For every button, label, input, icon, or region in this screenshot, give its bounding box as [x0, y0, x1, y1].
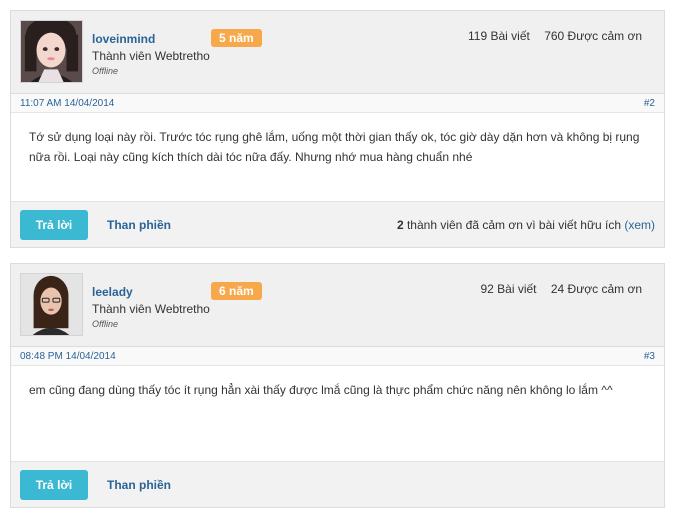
reply-button[interactable]: Trả lời — [20, 210, 88, 240]
thanks-count: 24 Được cảm ơn — [550, 282, 642, 296]
username-link[interactable]: loveinmind — [92, 32, 155, 46]
view-thanks-link[interactable]: (xem) — [624, 218, 655, 232]
reply-button[interactable]: Trả lời — [20, 470, 88, 500]
online-status: Offline — [92, 66, 119, 76]
post-number-link[interactable]: #2 — [644, 98, 655, 109]
post-2: loveinmind 5 năm Thành viên Webtretho Of… — [10, 10, 665, 248]
post-header: leelady 6 năm Thành viên Webtretho Offli… — [11, 264, 664, 346]
posts-count: 119 Bài viết — [468, 29, 530, 43]
report-button[interactable]: Than phiền — [107, 218, 171, 232]
post-footer: Trả lời Than phiền 2 thành viên đã cảm ơ… — [11, 201, 664, 247]
thanks-text: thành viên đã cảm ơn vì bài viết hữu ích — [403, 218, 625, 232]
avatar-image — [21, 274, 82, 335]
post-meta: 11:07 AM 14/04/2014 #2 — [11, 93, 664, 113]
user-stats: 119 Bài viết 760 Được cảm ơn — [457, 29, 642, 43]
post-footer: Trả lời Than phiền — [11, 461, 664, 507]
post-date: 11:07 AM 14/04/2014 — [20, 98, 115, 109]
avatar[interactable] — [20, 273, 83, 336]
post-meta: 08:48 PM 14/04/2014 #3 — [11, 346, 664, 366]
avatar-image — [21, 21, 82, 82]
post-content: Tớ sử dụng loại này rồi. Trước tóc rụng … — [29, 130, 640, 164]
membership-years-badge: 5 năm — [211, 29, 262, 47]
post-header: loveinmind 5 năm Thành viên Webtretho Of… — [11, 11, 664, 93]
online-status: Offline — [92, 319, 119, 329]
post-number-link[interactable]: #3 — [644, 351, 655, 362]
thanks-count-number: 2 — [396, 218, 404, 232]
username-link[interactable]: leelady — [92, 285, 133, 299]
user-stats: 92 Bài viết 24 Được cảm ơn — [469, 282, 642, 296]
thanks-count: 760 Được cảm ơn — [544, 29, 642, 43]
report-button[interactable]: Than phiền — [107, 478, 171, 492]
post-date: 08:48 PM 14/04/2014 — [20, 351, 116, 362]
user-title: Thành viên Webtretho — [92, 49, 210, 63]
thanks-summary: 2 thành viên đã cảm ơn vì bài viết hữu í… — [397, 218, 655, 232]
membership-years-badge: 6 năm — [211, 282, 262, 300]
post-content: em cũng đang dùng thấy tóc ít rụng hẳn x… — [29, 383, 613, 397]
avatar[interactable] — [20, 20, 83, 83]
user-title: Thành viên Webtretho — [92, 302, 210, 316]
post-3: leelady 6 năm Thành viên Webtretho Offli… — [10, 263, 665, 508]
posts-count: 92 Bài viết — [480, 282, 537, 296]
